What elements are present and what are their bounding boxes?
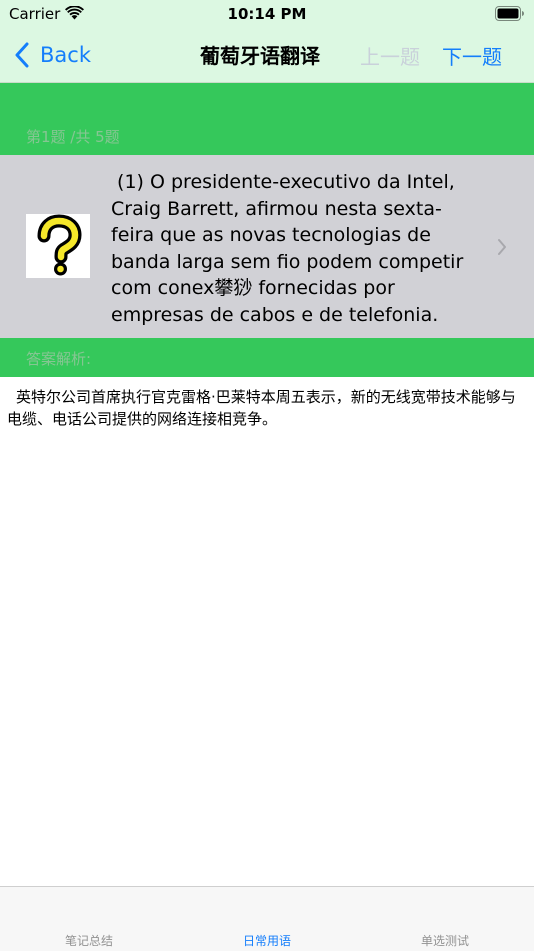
navigation-bar: Carrier 10:14 PM Back 葡萄牙语翻译 上一题 下一题	[0, 0, 534, 83]
chevron-left-icon	[15, 42, 29, 68]
question-row[interactable]: (1) O presidente-executivo da Intel, Cra…	[0, 155, 534, 338]
tab-notes-summary[interactable]: 笔记总结	[0, 932, 178, 949]
answer-label: 答案解析:	[26, 350, 92, 368]
question-mark-icon	[26, 214, 90, 278]
tab-daily-phrases[interactable]: 日常用语	[178, 932, 356, 949]
chevron-right-icon	[498, 239, 506, 255]
status-bar: Carrier 10:14 PM	[0, 0, 534, 28]
answer-header: 答案解析:	[0, 338, 534, 377]
counter-section: 第1题 /共 5题	[0, 83, 534, 155]
next-question-button[interactable]: 下一题	[442, 41, 502, 70]
previous-question-button[interactable]: 上一题	[360, 41, 420, 70]
tab-single-choice-test[interactable]: 单选测试	[356, 932, 534, 949]
answer-text: 英特尔公司首席执行官克雷格·巴莱特本周五表示，新的无线宽带技术能够与电缆、电话公…	[7, 388, 516, 428]
back-button[interactable]: Back	[14, 38, 91, 72]
battery-icon	[495, 6, 524, 21]
back-label: Back	[40, 43, 91, 67]
page-title: 葡萄牙语翻译	[200, 44, 320, 68]
question-text: (1) O presidente-executivo da Intel, Cra…	[111, 171, 470, 326]
clock: 10:14 PM	[227, 5, 307, 23]
tab-bar: 笔记总结 日常用语 单选测试	[0, 886, 534, 951]
question-counter: 第1题 /共 5题	[26, 128, 120, 146]
